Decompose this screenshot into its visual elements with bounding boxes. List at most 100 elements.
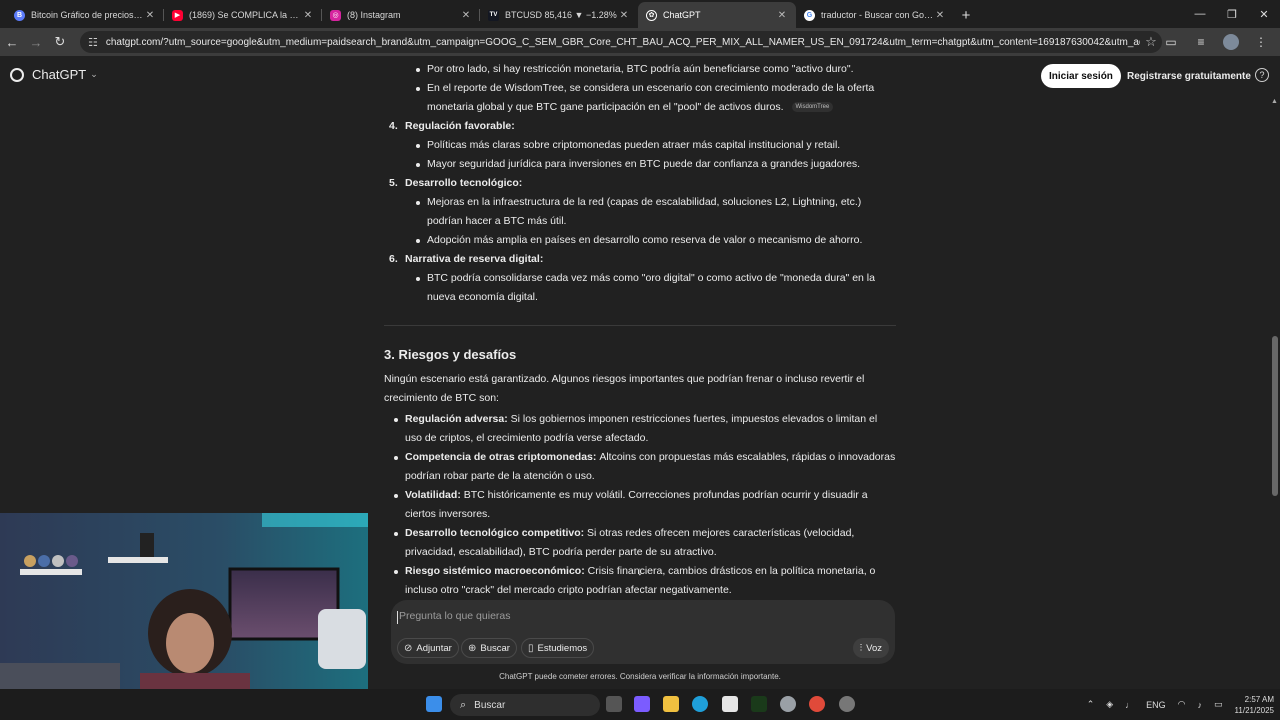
chevron-down-icon: ⌄ (90, 69, 98, 79)
task-view-icon[interactable] (606, 696, 622, 712)
minimize-icon[interactable]: — (1184, 0, 1216, 28)
edge-icon[interactable] (692, 696, 708, 712)
network-icon[interactable]: ◈ (1106, 699, 1113, 710)
close-icon[interactable]: ✕ (934, 10, 946, 21)
close-window-icon[interactable]: ✕ (1248, 0, 1280, 28)
tab-google-translate[interactable]: G traductor - Buscar con Google ✕ (796, 2, 954, 28)
cast-icon[interactable]: ▭ (1156, 30, 1186, 54)
signup-button[interactable]: Registrarse gratuitamente (1120, 64, 1258, 88)
close-icon[interactable]: ✕ (618, 10, 630, 21)
forward-arrow-icon[interactable]: → (24, 30, 48, 54)
site-info-icon[interactable]: ☷ (88, 36, 98, 49)
attach-button[interactable]: ⊘ Adjuntar (397, 638, 459, 658)
menu-dots-icon[interactable]: ⋮ (1246, 30, 1276, 54)
tab-title: traductor - Buscar con Google (821, 10, 934, 20)
store-icon[interactable] (722, 696, 738, 712)
list-item: Por otro lado, si hay restricción moneta… (384, 60, 896, 79)
tab-search-icon[interactable]: ≡ (1186, 30, 1216, 54)
address-bar[interactable]: ☷ chatgpt.com/?utm_source=google&utm_med… (80, 31, 1162, 53)
windows-start-icon[interactable] (426, 696, 442, 712)
study-button[interactable]: ▯ Estudiemos (521, 638, 595, 658)
close-icon[interactable]: ✕ (302, 10, 314, 21)
list-item: Mejoras en la infraestructura de la red … (384, 193, 896, 231)
voice-button[interactable]: ⫶ Voz (852, 638, 889, 658)
chevron-up-icon[interactable]: ⌃ (1087, 699, 1095, 710)
coin-icon: B (14, 9, 25, 21)
risk-term: Riesgo sistémico macroeconómico (405, 565, 582, 577)
profile-avatar[interactable] (1223, 34, 1239, 50)
list-item: BTC podría consolidarse cada vez más com… (384, 269, 896, 307)
youtube-icon: ▶ (172, 9, 183, 21)
settings-gear-icon[interactable] (780, 696, 796, 712)
text-caret (397, 611, 398, 624)
assistant-message: Por otro lado, si hay restricción moneta… (384, 60, 896, 600)
system-tray: ⌃ ◈ ♩ ENG ◠ ♪ ▭ 2:57 AM 11/21/2025 (1075, 689, 1274, 720)
google-icon: G (804, 9, 815, 21)
scroll-down-arrow-icon[interactable]: ↓ (632, 563, 648, 579)
chrome-icon[interactable] (809, 696, 825, 712)
tab-chatgpt[interactable]: ✿ ChatGPT ✕ (638, 2, 796, 28)
vertical-scrollbar[interactable]: ▲ (1270, 96, 1280, 496)
model-selector[interactable]: ChatGPT ⌄ (10, 67, 98, 82)
volume-icon[interactable]: ♪ (1198, 700, 1203, 710)
browser-toolbar: ← → ↻ ☷ chatgpt.com/?utm_source=google&u… (0, 28, 1280, 56)
battery-icon[interactable]: ▭ (1214, 699, 1223, 710)
list-item: Desarrollo tecnológico competitivo: Si o… (384, 524, 896, 562)
browser-right-tools: ▭ ≡ ⋮ (1156, 30, 1276, 54)
list-item: Competencia de otras criptomonedas: Altc… (384, 448, 896, 486)
item-number: 6. (389, 253, 398, 265)
restore-icon[interactable]: ❐ (1216, 0, 1248, 28)
numbered-item-heading: 5. Desarrollo tecnológico: (384, 174, 896, 193)
close-icon[interactable]: ✕ (460, 10, 472, 21)
list-item: Políticas más claras sobre criptomonedas… (384, 136, 896, 155)
close-icon[interactable]: ✕ (776, 10, 788, 21)
clock[interactable]: 2:57 AM 11/21/2025 (1235, 694, 1274, 716)
login-button[interactable]: Iniciar sesión (1041, 64, 1121, 88)
study-label: Estudiemos (537, 642, 588, 654)
webcam-overlay (0, 513, 368, 700)
taskbar-search[interactable]: ⌕ Buscar (450, 694, 600, 716)
risk-term: Regulación adversa (405, 413, 505, 425)
risk-term: Desarrollo tecnológico competitivo (405, 527, 581, 539)
item-title: Narrativa de reserva digital (405, 253, 540, 265)
scroll-up-icon[interactable]: ▲ (1271, 98, 1278, 105)
file-explorer-icon[interactable] (663, 696, 679, 712)
clock-time: 2:57 AM (1244, 694, 1274, 704)
scrollbar-thumb[interactable] (1272, 336, 1278, 496)
reload-icon[interactable]: ↻ (48, 30, 72, 54)
help-icon[interactable]: ? (1255, 68, 1269, 82)
tab-tradingview[interactable]: TV BTCUSD 85,416 ▼ −1.28% ✕ (480, 2, 638, 28)
voice-wave-icon: ⫶ (859, 642, 863, 654)
tab-youtube[interactable]: ▶ (1869) Se COMPLICA la Caída ✕ (164, 2, 322, 28)
search-button[interactable]: ⊕ Buscar (461, 638, 517, 658)
paperclip-icon: ⊘ (404, 642, 413, 654)
language-indicator[interactable]: ENG (1146, 700, 1166, 710)
screen: B Bitcoin Gráfico de precios (BTC) ✕ ▶ (… (0, 0, 1280, 720)
prompt-composer[interactable]: Pregunta lo que quieras ⊘ Adjuntar ⊕ Busca… (391, 600, 895, 664)
copilot-icon[interactable] (634, 696, 650, 712)
terminal-icon[interactable] (751, 696, 767, 712)
tradingview-icon: TV (488, 9, 499, 21)
item-title: Regulación favorable (405, 120, 512, 132)
close-icon[interactable]: ✕ (144, 10, 156, 21)
globe-icon: ⊕ (468, 642, 477, 654)
list-item: En el reporte de WisdomTree, se consider… (384, 79, 896, 117)
webcam-image (0, 513, 368, 700)
new-tab-button[interactable]: + (954, 2, 978, 28)
tab-bitcoin-chart[interactable]: B Bitcoin Gráfico de precios (BTC) ✕ (6, 2, 164, 28)
list-item: Adopción más amplia en países en desarro… (384, 231, 896, 250)
tab-title: (8) Instagram (347, 10, 401, 20)
source-badge[interactable]: WisdomTree (791, 102, 834, 113)
attach-label: Adjuntar (416, 642, 452, 654)
tab-instagram[interactable]: ◎ (8) Instagram ✕ (322, 2, 480, 28)
app-icon[interactable] (839, 696, 855, 712)
prompt-input[interactable]: Pregunta lo que quieras (399, 610, 511, 622)
item-number: 4. (389, 120, 398, 132)
paragraph: Ningún escenario está garantizado. Algun… (384, 373, 865, 404)
wifi-icon[interactable]: ◠ (1178, 699, 1186, 710)
window-controls: — ❐ ✕ (1184, 0, 1280, 28)
back-arrow-icon[interactable]: ← (0, 30, 24, 54)
item-number: 5. (389, 177, 398, 189)
list-item: Mayor seguridad jurídica para inversione… (384, 155, 896, 174)
microphone-icon[interactable]: ♩ (1125, 700, 1134, 710)
